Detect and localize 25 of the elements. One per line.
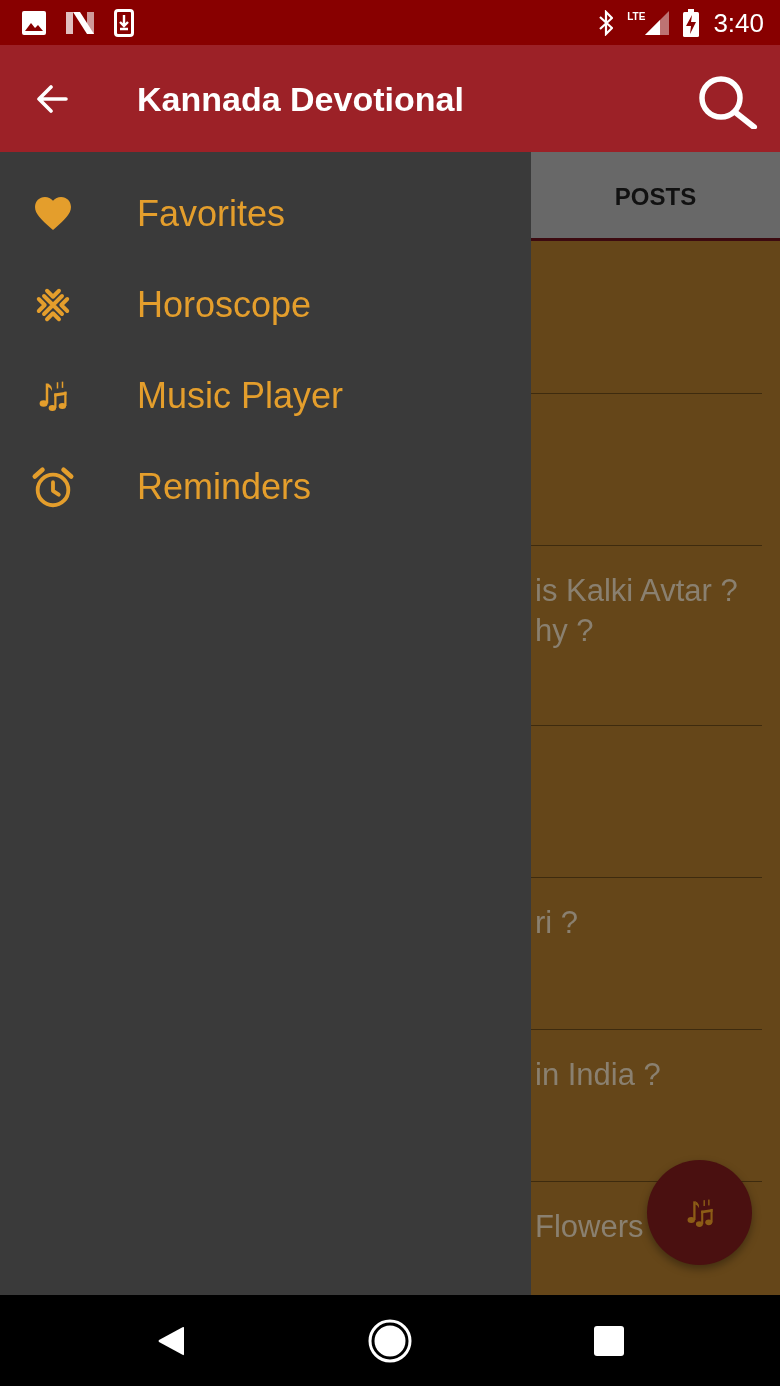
- app-title: Kannada Devotional: [137, 78, 465, 119]
- post-title: Flowers: [535, 1208, 644, 1246]
- drawer-item[interactable]: Favorites: [0, 168, 531, 259]
- battery-icon: [683, 8, 700, 37]
- drawer-item[interactable]: Reminders: [0, 441, 531, 532]
- post-title: ri ?: [535, 904, 579, 942]
- drawer-item[interactable]: Music Player: [0, 350, 531, 441]
- recents-icon[interactable]: [594, 1325, 624, 1356]
- signal-icon: [645, 10, 670, 35]
- network-type-label: LTE: [627, 11, 646, 22]
- download-icon: [114, 8, 134, 37]
- back-arrow-icon[interactable]: [36, 84, 68, 113]
- bluetooth-icon: [599, 9, 614, 36]
- image-icon: [22, 10, 46, 35]
- clock-time: 3:40: [713, 7, 764, 38]
- posts-tab[interactable]: POSTS: [531, 152, 780, 241]
- back-icon[interactable]: [157, 1324, 185, 1357]
- lattice-star-icon: [35, 286, 71, 323]
- home-icon[interactable]: [367, 1318, 412, 1363]
- drawer-item[interactable]: Horoscope: [0, 259, 531, 350]
- heart-icon: [35, 197, 71, 230]
- folded-ribbon-icon: [66, 11, 94, 34]
- search-icon[interactable]: [698, 74, 758, 129]
- post-title: in India ?: [535, 1056, 661, 1094]
- post-title: is Kalki Avtar ? hy ?: [535, 572, 738, 650]
